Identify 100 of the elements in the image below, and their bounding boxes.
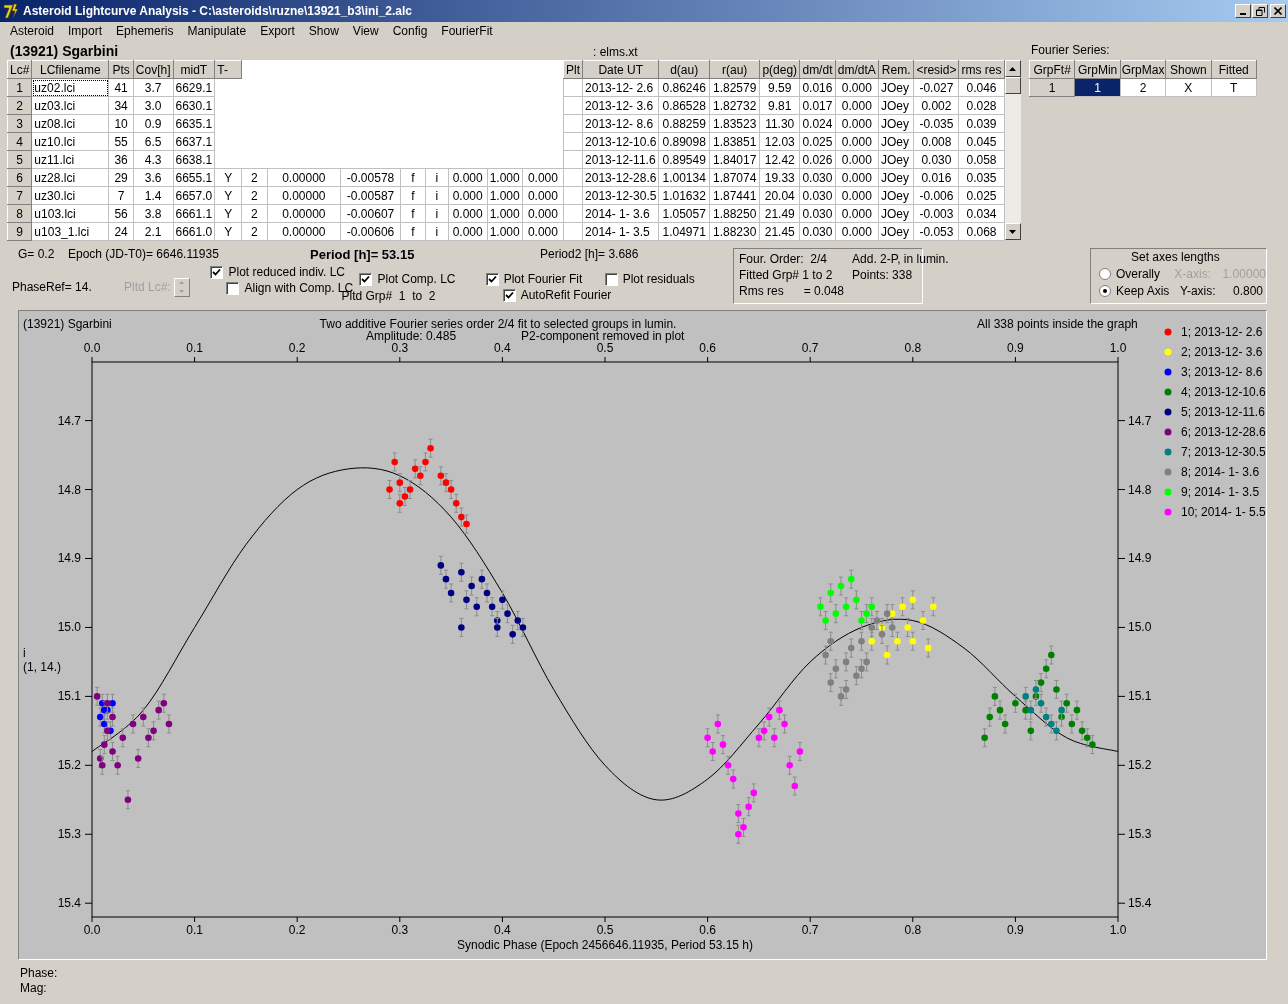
table-cell: 2014- 1- 3.6	[582, 204, 659, 223]
legend-label: 1; 2013-12- 2.6	[1181, 325, 1263, 339]
table-cell: 0.89549	[658, 150, 710, 169]
chart-caption: Two additive Fourier series order 2/4 fit to selected groups in lumin.	[319, 317, 677, 331]
axis-tick-label: 0.5	[596, 341, 614, 355]
table-cell: 0.025	[799, 132, 836, 151]
table-cell: 11.30	[759, 114, 800, 133]
period2-value: Period2 [h]= 3.686	[540, 247, 639, 261]
axis-tick-label: 14.9	[1128, 551, 1152, 566]
table-cell: -0.00607	[340, 204, 401, 223]
axis-tick-label: 15.1	[1128, 689, 1152, 704]
axis-tick-label: 1.0	[1109, 923, 1127, 937]
status-label: Mag:	[20, 981, 48, 996]
axis-tick-label: 15.4	[57, 896, 81, 911]
table-cell: JOey	[878, 168, 914, 187]
axis-tick-label: 0.8	[904, 923, 922, 937]
axis-tick-label: 14.8	[1128, 482, 1152, 497]
table-cell: 0.000	[522, 168, 564, 187]
axis-tick-label: 1.0	[1109, 341, 1127, 355]
table-cell: 2013-12-10.6	[582, 132, 659, 151]
table-cell: i	[425, 204, 449, 223]
table-cell: 29	[108, 168, 134, 187]
table-cell: 1.82579	[709, 78, 760, 97]
table-cell: 12.03	[759, 132, 800, 151]
axis-tick-label: 15.3	[57, 827, 81, 842]
table-cell: -0.035	[913, 114, 959, 133]
phase-ref-value: PhaseRef= 14.	[12, 280, 93, 294]
fit-info-text: Rms res = 0.048	[739, 284, 845, 300]
table-cell: 0.058	[958, 150, 1004, 169]
table-cell: 0.000	[522, 204, 564, 223]
file-label: : elms.xt	[593, 45, 638, 59]
table-cell: 0.000	[835, 168, 879, 187]
table-cell: 6638.1	[173, 150, 215, 169]
table-cell: 56	[108, 204, 134, 223]
table-cell: 0.030	[799, 168, 836, 187]
table-cell: 0.026	[799, 150, 836, 169]
table-cell: 2013-12-11.6	[582, 150, 659, 169]
axis-tick-label: 14.7	[57, 413, 81, 428]
table-cell: 6.5	[133, 132, 173, 151]
table-cell: 2	[241, 186, 268, 205]
table-cell: uz11.lci	[31, 150, 109, 169]
legend-label: 7; 2013-12-30.5	[1181, 445, 1266, 459]
table-cell: f	[400, 186, 426, 205]
legend-label: 6; 2013-12-28.6	[1181, 425, 1266, 439]
table-cell: 0.030	[799, 204, 836, 223]
table-cell: 0.045	[958, 132, 1004, 151]
table-cell: 0.035	[958, 168, 1004, 187]
axis-length-value: 0.800	[1233, 283, 1264, 298]
axis-tick-label: 15.4	[1128, 896, 1152, 911]
table-cell: JOey	[878, 150, 914, 169]
table-cell: 6661.1	[173, 204, 215, 223]
table-cell: 0.030	[799, 222, 836, 241]
table-cell: 0.00000	[267, 222, 341, 241]
table-cell: 36	[108, 150, 134, 169]
chart-note: P2-component removed in plot	[521, 329, 685, 343]
axis-tick-label: 0.2	[288, 341, 306, 355]
window-title: Asteroid Lightcurve Analysis - C:\asteroids\ruzne\13921_b3\ini_2.alc	[23, 4, 414, 18]
table-cell: 1.000	[487, 168, 523, 187]
table-cell: JOey	[878, 132, 914, 151]
table-cell: 7	[108, 186, 134, 205]
table-cell: 1.87441	[709, 186, 760, 205]
table-cell: 1.83523	[709, 114, 760, 133]
table-cell: 0.008	[913, 132, 959, 151]
table-cell: uz03.lci	[31, 96, 109, 115]
axis-tick-label: 0.1	[186, 341, 203, 355]
table-cell: uz08.lci	[31, 114, 109, 133]
table-cell: 9.81	[759, 96, 800, 115]
table-cell: 2013-12- 2.6	[582, 78, 659, 97]
axis-tick-label: 0.2	[288, 923, 306, 937]
legend-label: 9; 2014- 1- 3.5	[1181, 485, 1260, 499]
axis-tick-label: 0.0	[83, 923, 101, 937]
table-cell: 6630.1	[173, 96, 215, 115]
axis-tick-label: 15.0	[57, 620, 81, 635]
axis-tick-label: 0.7	[801, 923, 819, 937]
table-cell: 0.00000	[267, 204, 341, 223]
table-cell: 0.030	[799, 186, 836, 205]
table-cell: 1.000	[487, 222, 523, 241]
table-cell: 0.000	[522, 186, 564, 205]
table-cell: 1.87074	[709, 168, 760, 187]
table-cell: 0.000	[835, 150, 879, 169]
fit-info-text: Four. Order: 2/4	[739, 252, 829, 268]
table-cell: 0.000	[448, 168, 488, 187]
axis-tick-label: 0.3	[391, 341, 409, 355]
status-label: Phase:	[20, 966, 59, 981]
table-cell: 1.83851	[709, 132, 760, 151]
table-cell: 0.028	[958, 96, 1004, 115]
axis-tick-label: 0.6	[699, 341, 716, 355]
table-cell: 6635.1	[173, 114, 215, 133]
axis-tick-label: 0.9	[1007, 341, 1024, 355]
table-cell: uz28.lci	[31, 168, 109, 187]
legend-label: 3; 2013-12- 8.6	[1181, 365, 1263, 379]
table-cell: 0.017	[799, 96, 836, 115]
table-cell: 1.4	[133, 186, 173, 205]
fit-info-text: Fitted Grp# 1 to 2	[739, 268, 834, 284]
table-cell: 6657.0	[173, 186, 215, 205]
axis-tick-label: 0.5	[596, 923, 614, 937]
table-cell: 0.016	[799, 78, 836, 97]
table-cell: 0.000	[835, 132, 879, 151]
amplitude-text: Amplitude: 0.485	[366, 329, 457, 343]
axis-tick-label: 0.4	[494, 341, 511, 355]
